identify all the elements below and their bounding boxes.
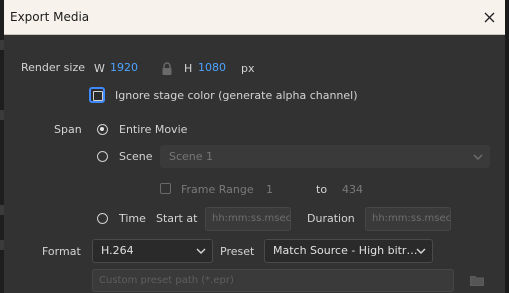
start-at-input[interactable]: hh:mm:ss.msec (205, 207, 291, 231)
chevron-down-icon (196, 248, 206, 254)
height-value[interactable]: 1080 (198, 61, 226, 74)
width-value[interactable]: 1920 (110, 61, 138, 74)
preset-dropdown-value: Match Source - High bitr… (273, 244, 418, 257)
px-unit-label: px (241, 62, 255, 75)
duration-input[interactable]: hh:mm:ss.msec (365, 207, 451, 231)
lock-icon[interactable] (161, 62, 173, 76)
chevron-down-icon (416, 248, 426, 254)
duration-label: Duration (307, 212, 355, 225)
time-label: Time (119, 212, 146, 225)
close-button[interactable] (479, 7, 499, 27)
close-icon (484, 12, 494, 22)
time-radio[interactable] (97, 213, 108, 224)
scene-dropdown[interactable]: Scene 1 (160, 145, 490, 168)
ignore-stage-label: Ignore stage color (generate alpha chann… (115, 89, 358, 102)
title-bar: Export Media (4, 0, 505, 35)
frame-range-checkbox[interactable] (160, 183, 171, 194)
format-dropdown-value: H.264 (101, 244, 134, 257)
scene-radio[interactable] (97, 151, 108, 162)
frame-to-label: to (316, 183, 328, 196)
right-edge (505, 0, 509, 293)
frame-to-value[interactable]: 434 (342, 183, 363, 196)
preset-label: Preset (220, 245, 255, 258)
ignore-stage-checkbox[interactable] (89, 87, 105, 103)
render-size-label: Render size (21, 61, 85, 74)
scene-dropdown-value: Scene 1 (169, 150, 214, 163)
chevron-down-icon (473, 154, 483, 160)
start-at-label: Start at (156, 212, 198, 225)
folder-icon[interactable] (470, 275, 484, 286)
entire-movie-label: Entire Movie (119, 123, 188, 136)
format-dropdown[interactable]: H.264 (92, 239, 213, 263)
width-label: W (94, 62, 105, 75)
export-dialog: Render size W 1920 H 1080 px Ignore stag… (4, 35, 505, 293)
dialog-title: Export Media (10, 10, 90, 24)
preset-dropdown[interactable]: Match Source - High bitr… (264, 239, 433, 263)
height-label: H (184, 62, 193, 75)
custom-preset-path-input[interactable]: Custom preset path (*.epr) (92, 269, 454, 292)
scene-label: Scene (119, 150, 153, 163)
frame-from-value[interactable]: 1 (266, 183, 273, 196)
format-label: Format (42, 245, 81, 258)
span-label: Span (54, 123, 82, 136)
frame-range-label: Frame Range (181, 183, 254, 196)
entire-movie-radio[interactable] (97, 124, 108, 135)
